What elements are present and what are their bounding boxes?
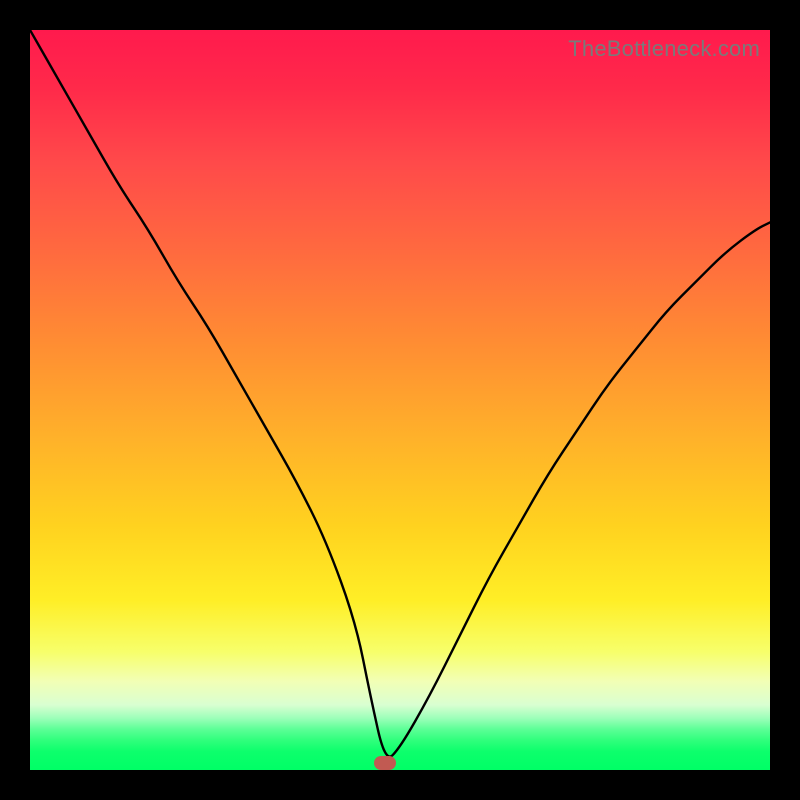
bottleneck-curve bbox=[30, 30, 770, 770]
optimal-marker bbox=[374, 756, 396, 770]
chart-frame: TheBottleneck.com bbox=[0, 0, 800, 800]
curve-path bbox=[30, 30, 770, 757]
plot-area: TheBottleneck.com bbox=[30, 30, 770, 770]
